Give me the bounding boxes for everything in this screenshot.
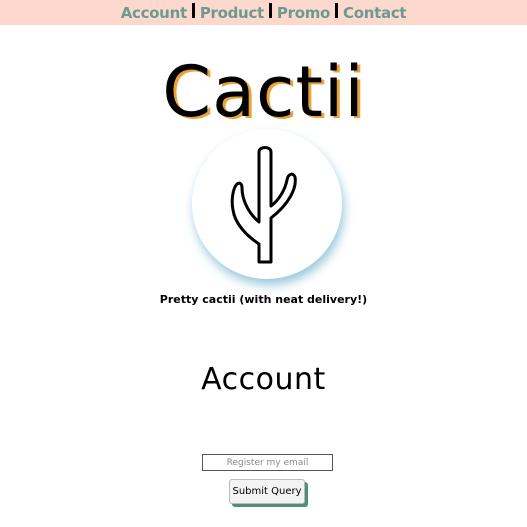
nav-divider xyxy=(335,3,339,18)
top-nav: Account Product Promo Contact xyxy=(0,0,527,25)
cactus-icon xyxy=(230,146,297,264)
submit-button[interactable]: Submit Query xyxy=(229,479,305,504)
nav-link-product[interactable]: Product xyxy=(200,4,264,22)
nav-link-promo[interactable]: Promo xyxy=(277,4,330,22)
logo-circle xyxy=(192,129,342,279)
site-title: Cactii xyxy=(162,51,365,133)
nav-link-contact[interactable]: Contact xyxy=(343,4,407,22)
tagline: Pretty cactii (with neat delivery!) xyxy=(159,293,368,306)
nav-divider xyxy=(268,3,272,18)
nav-divider xyxy=(191,3,195,18)
nav-link-account[interactable]: Account xyxy=(121,4,187,22)
section-title: Account xyxy=(201,362,326,397)
email-field[interactable] xyxy=(202,454,333,471)
